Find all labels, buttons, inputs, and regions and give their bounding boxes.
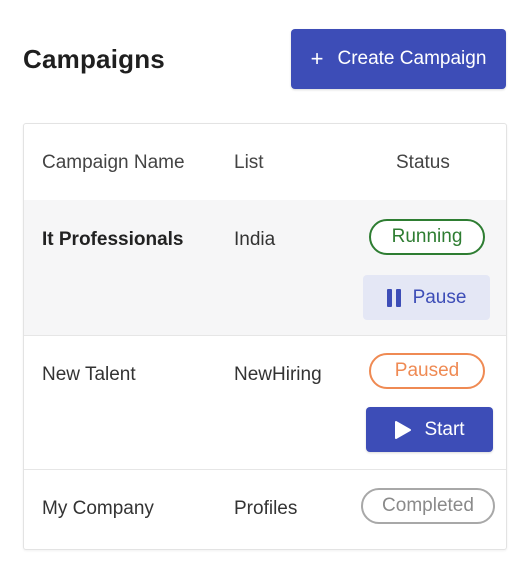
- campaign-name: It Professionals: [42, 229, 184, 250]
- campaign-list: India: [234, 229, 276, 250]
- create-campaign-button[interactable]: + Create Campaign: [291, 29, 506, 89]
- table-header: Campaign Name List Status: [24, 124, 506, 201]
- campaign-name: My Company: [42, 498, 154, 519]
- plus-icon: +: [310, 46, 324, 71]
- column-header-list: List: [234, 152, 264, 173]
- campaign-list: Profiles: [234, 498, 298, 519]
- pause-label: Pause: [412, 286, 467, 308]
- campaigns-page: Campaigns + Create Campaign Campaign Nam…: [0, 0, 528, 566]
- play-icon: [395, 420, 412, 439]
- start-button[interactable]: Start: [366, 407, 493, 452]
- status-badge: Paused: [369, 353, 485, 389]
- start-label: Start: [424, 418, 465, 440]
- page-title: Campaigns: [23, 44, 165, 74]
- campaign-name: New Talent: [42, 364, 136, 385]
- status-badge: Running: [369, 219, 485, 255]
- column-header-status: Status: [396, 152, 450, 173]
- campaigns-table: Campaign Name List Status It Professiona…: [23, 123, 507, 550]
- table-row: My Company Profiles Completed: [24, 469, 506, 549]
- table-row: It Professionals India Running Pause: [24, 200, 506, 336]
- table-row: New Talent NewHiring Paused Start: [24, 335, 506, 470]
- pause-button[interactable]: Pause: [363, 275, 490, 320]
- campaign-list: NewHiring: [234, 364, 322, 385]
- column-header-campaign-name: Campaign Name: [42, 152, 185, 173]
- pause-icon: [386, 288, 401, 307]
- status-badge: Completed: [361, 488, 495, 524]
- create-campaign-label: Create Campaign: [337, 48, 487, 69]
